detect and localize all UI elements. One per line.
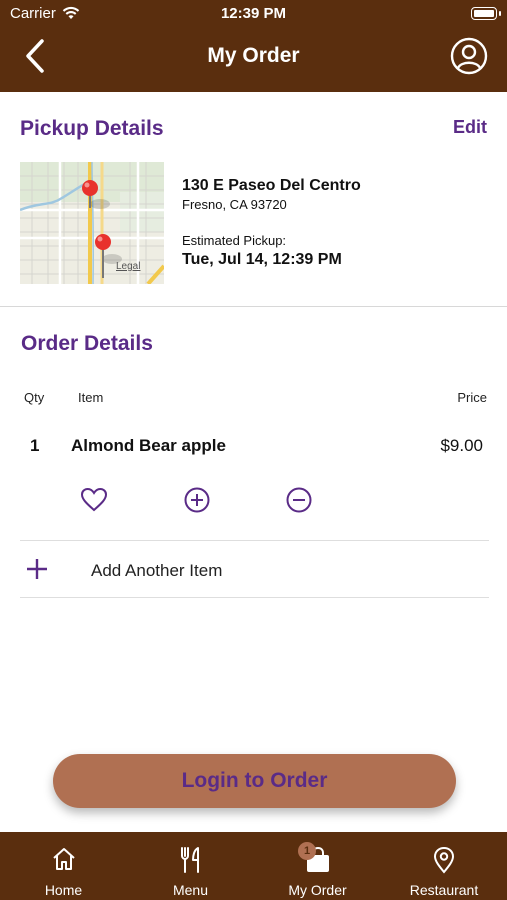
user-circle-icon xyxy=(450,37,488,75)
row-divider xyxy=(20,597,489,598)
login-to-order-button[interactable]: Login to Order xyxy=(53,754,456,808)
map-legal-link[interactable]: Legal xyxy=(116,261,140,272)
tab-menu-label: Menu xyxy=(172,882,209,898)
tab-home[interactable]: Home xyxy=(0,832,127,900)
item-qty: 1 xyxy=(30,436,40,455)
price-column-header: Price xyxy=(457,390,487,405)
tab-bar: Home Menu My Order Restaurant xyxy=(0,832,507,900)
map-pin-icon xyxy=(433,846,455,874)
order-details-heading: Order Details xyxy=(21,332,153,355)
battery-icon xyxy=(471,7,501,20)
add-another-item-button[interactable]: Add Another Item xyxy=(91,561,222,581)
tab-restaurant-label: Restaurant xyxy=(409,882,479,898)
pickup-address-line1: 130 E Paseo Del Centro xyxy=(182,177,361,194)
map-graphic: Legal xyxy=(20,162,164,284)
pickup-map[interactable]: Legal xyxy=(20,162,164,284)
row-divider xyxy=(20,540,489,541)
increase-quantity-icon[interactable] xyxy=(183,486,211,514)
app-header: Carrier 12:39 PM My Order xyxy=(0,0,507,92)
item-name: Almond Bear apple xyxy=(71,436,226,455)
tab-home-label: Home xyxy=(44,882,83,898)
profile-button[interactable] xyxy=(449,36,489,76)
tab-menu[interactable]: Menu xyxy=(127,832,254,900)
status-time: 12:39 PM xyxy=(220,5,287,22)
tab-my-order[interactable]: My Order xyxy=(254,832,381,900)
pickup-address-line2: Fresno, CA 93720 xyxy=(182,197,287,212)
tab-my-order-label: My Order xyxy=(288,882,347,898)
item-price: $9.00 xyxy=(440,436,483,455)
qty-column-header: Qty xyxy=(24,390,45,405)
page-title: My Order xyxy=(207,44,300,67)
section-divider xyxy=(0,306,507,307)
utensils-icon xyxy=(180,847,199,873)
item-column-header: Item xyxy=(78,390,104,405)
status-bar: Carrier 12:39 PM xyxy=(0,0,507,28)
tab-restaurant[interactable]: Restaurant xyxy=(381,832,507,900)
pickup-details-heading: Pickup Details xyxy=(20,117,164,140)
estimated-pickup-label: Estimated Pickup: xyxy=(182,233,287,248)
edit-pickup-link[interactable]: Edit xyxy=(453,117,487,138)
favorite-heart-icon[interactable] xyxy=(80,486,108,514)
add-item-plus-icon[interactable] xyxy=(24,556,50,582)
decrease-quantity-icon[interactable] xyxy=(285,486,313,514)
estimated-pickup-time: Tue, Jul 14, 12:39 PM xyxy=(182,251,342,268)
home-icon xyxy=(52,848,75,870)
order-count-badge: 1 xyxy=(298,842,316,860)
